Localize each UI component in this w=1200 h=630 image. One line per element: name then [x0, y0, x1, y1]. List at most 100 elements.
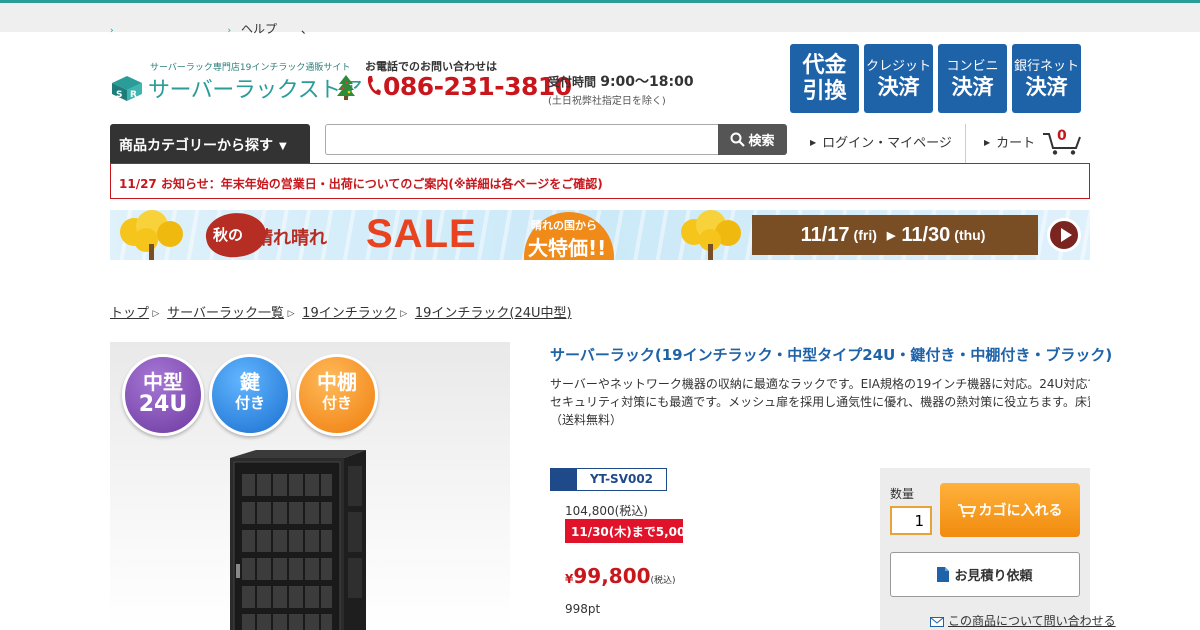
- badge-lock-bottom: 付き: [234, 394, 265, 412]
- quantity-input[interactable]: [890, 506, 932, 535]
- product-description: サーバーやネットワーク機器の収納に最適なラックです。EIA規格の19インチ機器に…: [550, 375, 1090, 429]
- badge-shelf: 中棚 付き: [296, 354, 378, 436]
- payment-cod[interactable]: 代金 引換: [790, 44, 859, 113]
- triangle-right-icon: ▶: [984, 138, 991, 147]
- search-input[interactable]: [325, 124, 719, 155]
- logo-mark-icon: S R: [112, 76, 142, 101]
- search-icon: [730, 132, 746, 147]
- badge-lock-top: 鍵: [240, 370, 260, 394]
- add-to-cart-button[interactable]: カゴに入れる: [940, 483, 1080, 537]
- quote-request-label: お見積り依頼: [954, 569, 1033, 584]
- payment-convenience[interactable]: コンビニ 決済: [938, 44, 1007, 113]
- payment-cod-line1: 代金: [802, 52, 847, 78]
- breadcrumb-item[interactable]: トップ: [110, 306, 149, 321]
- payment-bank-line2: 決済: [1025, 74, 1068, 99]
- svg-text:S: S: [116, 90, 122, 100]
- breadcrumb-item[interactable]: 19インチラック: [302, 306, 397, 321]
- payment-bank[interactable]: 銀行ネット 決済: [1012, 44, 1081, 113]
- login-mypage-label: ログイン・マイページ: [822, 136, 952, 151]
- search-button[interactable]: 検索: [718, 124, 787, 155]
- payment-convenience-line1: コンビニ: [946, 58, 999, 74]
- badge-24u-top: 中型: [143, 370, 183, 394]
- phone-number[interactable]: 086-231-3810: [365, 72, 572, 101]
- breadcrumb-separator-icon: ▷: [152, 309, 160, 319]
- product-code-marker: [551, 469, 577, 490]
- search-button-label: 検索: [748, 134, 775, 149]
- top-link-help-label[interactable]: ヘルプ: [241, 20, 277, 37]
- chevron-right-icon: ›: [110, 26, 114, 36]
- business-hours: 受付時間 9:00～18:00 (土日祝弊社指定日を除く): [548, 71, 694, 107]
- product-description-line: セキュリティ対策にも最適です。メッシュ扉を採用し通気性に優れ、機器の熱対策に役立…: [550, 395, 1090, 409]
- hours-note: (土日祝弊社指定日を除く): [548, 96, 666, 107]
- top-links: › › ヘルプ 、: [110, 20, 323, 37]
- triangle-right-icon: ▶: [810, 138, 817, 147]
- top-link-1[interactable]: ›: [110, 22, 134, 36]
- badge-24u: 中型 24U: [122, 354, 204, 436]
- badge-shelf-top: 中棚: [317, 370, 357, 394]
- cart-icon: [957, 503, 976, 517]
- payment-convenience-line2: 決済: [951, 74, 994, 99]
- ginkgo-tree-icon: [120, 210, 183, 260]
- breadcrumb-item[interactable]: 19インチラック(24U中型): [415, 306, 572, 321]
- notice-bar[interactable]: 11/27 お知らせ：年末年始の営業日・出荷についてのご案内(※詳細は各ページを…: [110, 163, 1090, 199]
- breadcrumb-item[interactable]: サーバーラック一覧: [167, 306, 284, 321]
- login-mypage-link[interactable]: ▶ ログイン・マイページ: [810, 132, 952, 151]
- payment-credit-line1: クレジット: [865, 58, 931, 74]
- banner-dow-start: (fri): [853, 227, 877, 243]
- payment-cod-line2: 引換: [802, 78, 847, 104]
- banner-date-end: 11/30: [901, 223, 951, 246]
- payment-credit[interactable]: クレジット 決済: [864, 44, 933, 113]
- chevron-right-icon: ›: [227, 26, 232, 36]
- purchase-box: 数量 カゴに入れる お見積り依頼 この商品について問い合わせる: [880, 468, 1116, 630]
- phone-contact: お電話でのお問い合わせは 086-231-3810: [365, 58, 572, 101]
- price-tax-note: (税込): [650, 576, 676, 586]
- top-link-3: 、: [300, 22, 313, 36]
- phone-number-text: 086-231-3810: [383, 72, 572, 101]
- top-link-help[interactable]: › ヘルプ: [227, 20, 287, 37]
- banner-dates: 11/17 (fri) ▶ 11/30 (thu): [752, 215, 1038, 255]
- quote-request-button[interactable]: お見積り依頼: [890, 552, 1080, 597]
- product-title: サーバーラック(19インチラック・中型タイプ24U・鍵付き・中棚付き・ブラック): [550, 346, 1113, 364]
- hours-label: 受付時間: [548, 75, 597, 89]
- mail-icon: [930, 617, 944, 627]
- cart-label: カート: [996, 136, 1036, 151]
- svg-text:R: R: [130, 90, 137, 100]
- banner-dow-end: (thu): [954, 227, 986, 243]
- cart-link[interactable]: ▶ カート: [984, 132, 1035, 151]
- product-description-line: サーバーやネットワーク機器の収納に最適なラックです。EIA規格の19インチ機器に…: [550, 377, 1090, 391]
- server-rack-illustration: [230, 450, 366, 630]
- quantity-label: 数量: [890, 487, 915, 501]
- breadcrumb: トップ ▷ サーバーラック一覧 ▷ 19インチラック ▷ 19インチラック(24U中型…: [110, 302, 572, 321]
- banner-date-start: 11/17: [800, 223, 850, 246]
- play-icon[interactable]: [1047, 218, 1081, 252]
- price-value: 99,800: [573, 564, 651, 588]
- sale-banner[interactable]: 秋の 晴れ晴れ SALE 晴れの国から 大特価!! 11/17 (fri) ▶ 1…: [110, 210, 1090, 260]
- triangle-right-icon: ▶: [886, 229, 896, 242]
- mail-inquiry-link[interactable]: この商品について問い合わせる: [930, 612, 1116, 629]
- sale-price: ¥99,800(税込): [565, 564, 676, 588]
- banner-harehare: 晴れ晴れ: [255, 228, 327, 249]
- product-code-text: YT-SV002: [589, 472, 654, 486]
- banner-aki: 秋の: [213, 226, 244, 244]
- breadcrumb-separator-icon: ▷: [287, 309, 295, 319]
- hours-time: 9:00～18:00: [600, 74, 694, 90]
- mail-inquiry-label: この商品について問い合わせる: [948, 614, 1116, 628]
- reward-points: 998pt: [565, 602, 601, 616]
- banner-circle-line1: 晴れの国から: [531, 219, 597, 232]
- badge-shelf-bottom: 付き: [321, 394, 352, 412]
- caret-down-icon: ▼: [279, 141, 287, 152]
- banner-sale: SALE: [366, 212, 477, 256]
- logo-name: サーバーラックストア: [148, 78, 363, 103]
- phone-icon: [367, 76, 381, 95]
- badge-24u-bottom: 24U: [138, 392, 188, 417]
- site-logo[interactable]: サーバーラック専門店19インチラック通販サイト S R サーバーラックストア: [110, 60, 363, 104]
- category-menu-button[interactable]: 商品カテゴリーから探す ▼: [110, 124, 310, 163]
- banner-circle-line2: 大特価!!: [528, 236, 607, 260]
- category-menu-label: 商品カテゴリーから探す: [119, 138, 273, 154]
- add-to-cart-label: カゴに入れる: [978, 503, 1063, 519]
- christmas-tree-icon: [337, 75, 355, 100]
- document-icon: [937, 567, 950, 582]
- payment-bank-line1: 銀行ネット: [1013, 58, 1079, 74]
- payment-credit-line2: 決済: [877, 74, 920, 99]
- product-image[interactable]: 中型 24U 鍵 付き 中棚 付き: [110, 342, 510, 630]
